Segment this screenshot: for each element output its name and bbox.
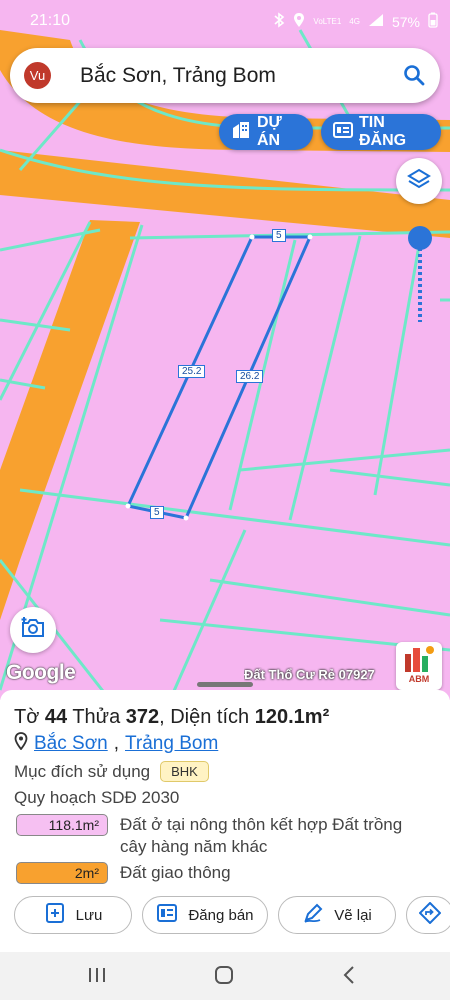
search-icon[interactable] xyxy=(402,63,426,87)
abm-logo[interactable]: ABM xyxy=(396,642,442,690)
redraw-button[interactable]: Vẽ lại xyxy=(278,896,396,934)
home-icon xyxy=(213,964,235,991)
land-use-badge: BHK xyxy=(160,761,209,782)
opacity-slider-track[interactable] xyxy=(418,248,422,322)
signal-icon xyxy=(368,13,384,30)
status-bar: 21:10 VoLTE1 4G 57% xyxy=(0,0,450,44)
edge-label-left: 25.2 xyxy=(178,365,206,378)
zone-swatch: 118.1m² xyxy=(16,814,108,836)
listings-button[interactable]: TIN ĐĂNG xyxy=(321,114,441,150)
network-type: 4G xyxy=(349,16,360,26)
camera-icon xyxy=(20,615,46,646)
listing-icon xyxy=(156,902,178,928)
system-nav-bar xyxy=(0,952,450,1000)
post-sale-label: Đăng bán xyxy=(188,906,254,924)
zone-row-traffic: 2m² Đất giao thông xyxy=(16,862,430,884)
district-link[interactable]: Trảng Bom xyxy=(125,733,218,755)
home-button[interactable] xyxy=(209,962,239,992)
parcel-info-sheet: Tờ 44 Thửa 372, Diện tích 120.1m² Bắc Sơ… xyxy=(0,682,450,952)
land-use-row: Mục đích sử dụng BHK xyxy=(14,761,209,782)
zone-swatch: 2m² xyxy=(16,862,108,884)
action-bar: Lưu Đăng bán Vẽ lại xyxy=(14,896,450,936)
camera-button[interactable] xyxy=(10,607,56,653)
redraw-label: Vẽ lại xyxy=(334,906,372,924)
recent-apps-icon xyxy=(87,966,107,989)
opacity-slider-handle[interactable] xyxy=(408,226,432,250)
location-icon xyxy=(293,12,305,31)
directions-button[interactable] xyxy=(406,896,450,934)
edge-label-top: 5 xyxy=(272,229,286,242)
zone-description: Đất ở tại nông thôn kết hợp Đất trồng câ… xyxy=(120,815,403,856)
sheet-drag-handle[interactable] xyxy=(197,682,253,687)
save-label: Lưu xyxy=(75,906,103,924)
avatar[interactable]: Vu xyxy=(24,62,51,89)
listings-label: TIN ĐĂNG xyxy=(359,114,407,149)
plot-number: 372 xyxy=(125,706,160,728)
abm-logo-text: ABM xyxy=(408,674,430,684)
battery-percent: 57% xyxy=(391,13,420,30)
area-value: 120.1m² xyxy=(254,706,330,728)
google-attribution: Google xyxy=(6,661,76,684)
map-watermark: Đất Thổ Cư Rẻ 07927 xyxy=(244,667,375,682)
layers-button[interactable] xyxy=(396,158,442,204)
bluetooth-icon xyxy=(273,12,285,31)
edge-label-bottom: 5 xyxy=(150,506,164,519)
clock: 21:10 xyxy=(30,12,71,29)
draw-icon xyxy=(302,902,324,928)
plan-label: Quy hoạch SDĐ 2030 xyxy=(14,788,180,807)
add-bookmark-icon xyxy=(44,902,66,928)
directions-icon xyxy=(418,901,442,928)
building-icon xyxy=(231,120,251,145)
back-button[interactable] xyxy=(334,962,364,992)
search-query[interactable]: Bắc Sơn, Trảng Bom xyxy=(80,64,276,88)
parcel-location: Bắc Sơn, Trảng Bom xyxy=(14,732,218,756)
listing-icon xyxy=(333,120,353,145)
land-use-label: Mục đích sử dụng xyxy=(14,761,151,781)
ward-link[interactable]: Bắc Sơn xyxy=(34,733,108,755)
recent-apps-button[interactable] xyxy=(82,962,112,992)
sheet-number: 44 xyxy=(44,706,68,728)
battery-icon xyxy=(428,12,438,31)
pin-icon xyxy=(14,732,28,756)
projects-label: DỰ ÁN xyxy=(257,114,282,149)
parcel-title: Tờ 44 Thửa 372, Diện tích 120.1m² xyxy=(14,706,330,728)
zone-row-residential: 118.1m² Đất ở tại nông thôn kết hợp Đất … xyxy=(16,814,430,858)
projects-button[interactable]: DỰ ÁN xyxy=(219,114,313,150)
zone-description: Đất giao thông xyxy=(120,863,231,882)
edge-label-right: 26.2 xyxy=(236,370,264,383)
save-button[interactable]: Lưu xyxy=(14,896,132,934)
volte-indicator: VoLTE1 xyxy=(313,16,342,26)
post-sale-button[interactable]: Đăng bán xyxy=(142,896,268,934)
search-bar[interactable]: Vu Bắc Sơn, Trảng Bom xyxy=(10,48,440,103)
back-icon xyxy=(341,965,357,990)
layers-icon xyxy=(407,167,431,196)
map-view[interactable]: 5 25.2 26.2 5 xyxy=(0,0,450,700)
